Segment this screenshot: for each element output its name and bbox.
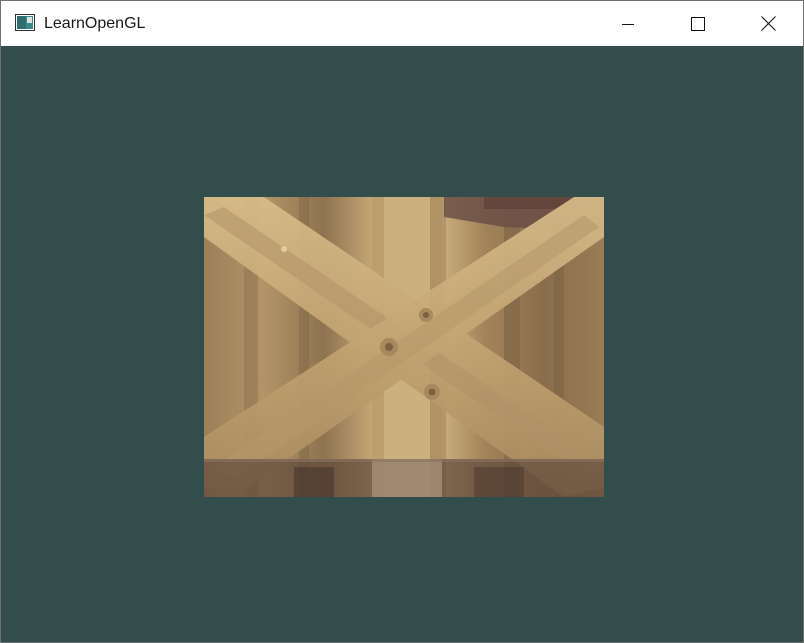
app-window: LearnOpenGL (0, 0, 804, 643)
wooden-container-texture (204, 197, 604, 497)
close-button[interactable] (745, 1, 791, 46)
close-icon (760, 16, 776, 31)
opengl-viewport (1, 46, 803, 642)
minimize-button[interactable] (605, 1, 651, 46)
window-title: LearnOpenGL (44, 15, 146, 32)
title-bar[interactable]: LearnOpenGL (1, 1, 803, 46)
maximize-icon (691, 16, 705, 31)
opengl-window-icon (15, 14, 35, 31)
textured-quad (204, 197, 604, 497)
minimize-icon (622, 18, 634, 30)
maximize-button[interactable] (675, 1, 721, 46)
